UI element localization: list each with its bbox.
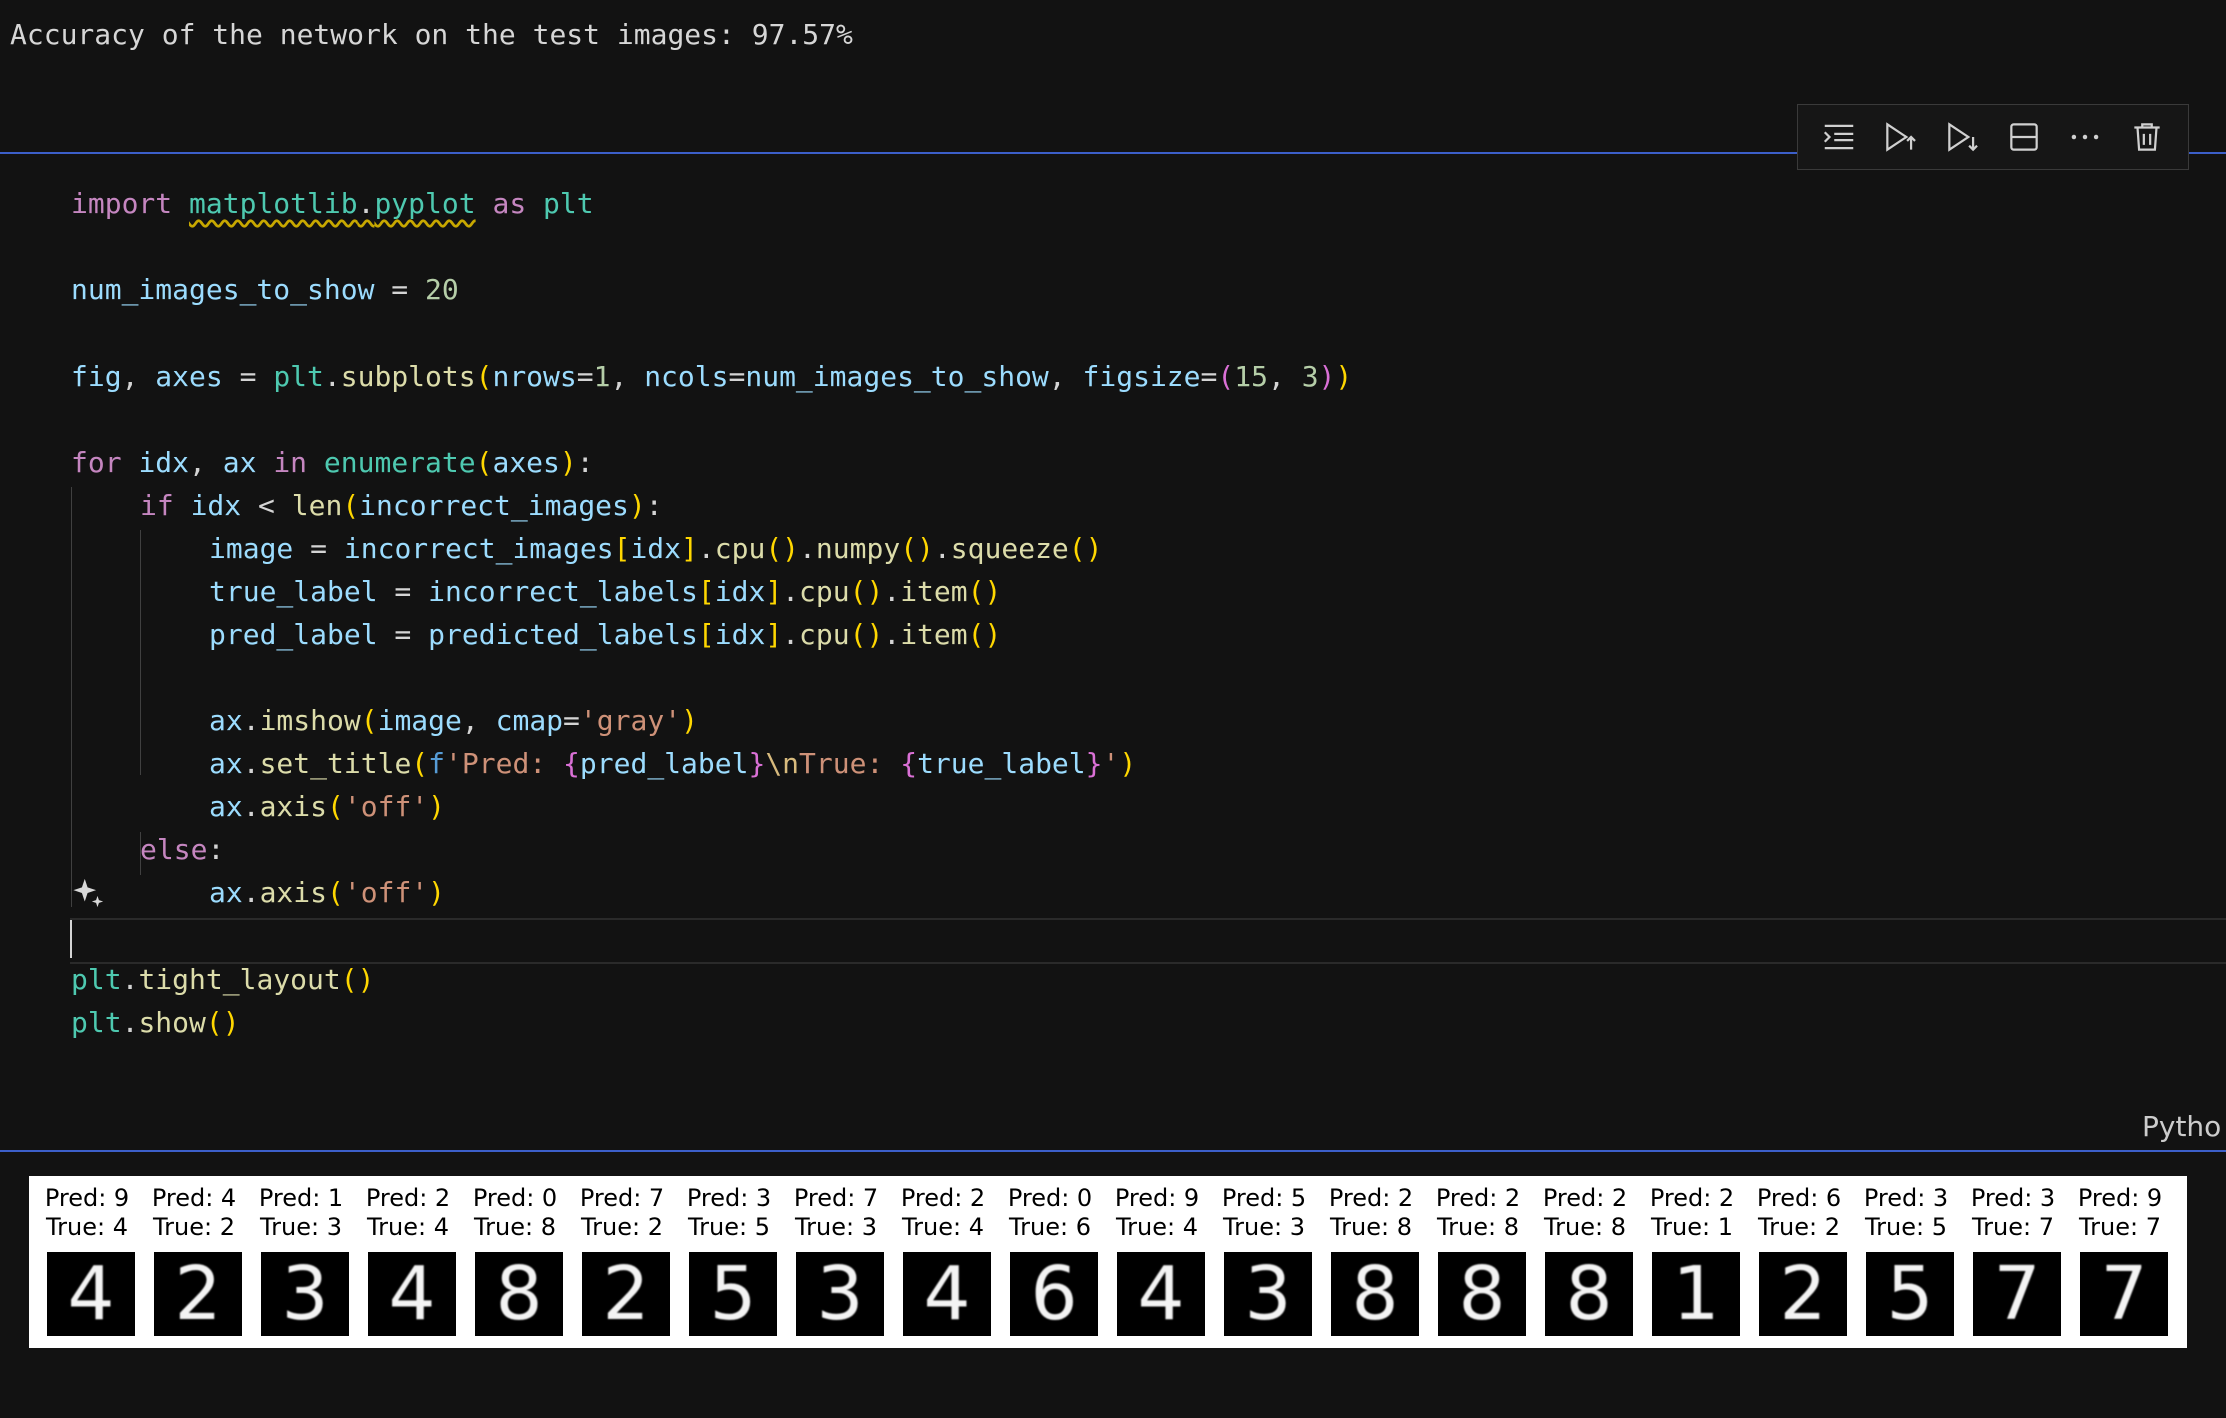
subplot-panel: Pred: 2 True: 8 8: [1318, 1176, 1424, 1348]
digit-image: 3: [796, 1252, 884, 1336]
delete-cell-button[interactable]: [2122, 112, 2172, 162]
digit-image: 7: [1973, 1252, 2061, 1336]
code-line-9: ax.imshow(image, cmap='gray'): [209, 704, 698, 737]
more-icon: [2072, 134, 2099, 140]
subplot-title: Pred: 3 True: 7: [1970, 1184, 2056, 1241]
digit-image: 4: [1117, 1252, 1205, 1336]
run-below-icon: [1948, 122, 1978, 152]
code-line-14: plt.tight_layout(): [71, 963, 375, 996]
digit-image: 5: [689, 1252, 777, 1336]
sparkle-icon[interactable]: [72, 876, 106, 910]
subplot-panel: Pred: 9 True: 4 4: [34, 1176, 140, 1348]
subplot-title: Pred: 2 True: 8: [1435, 1184, 1521, 1241]
indent-guide: [71, 487, 72, 907]
code-line-6: image = incorrect_images[idx].cpu().nump…: [209, 532, 1103, 565]
subplot-panel: Pred: 3 True: 7 7: [1960, 1176, 2066, 1348]
digit-image: 1: [1652, 1252, 1740, 1336]
digit-image: 5: [1866, 1252, 1954, 1336]
digit-image: 4: [368, 1252, 456, 1336]
subplot-panel: Pred: 2 True: 4 4: [355, 1176, 461, 1348]
code-line-1: import matplotlib.pyplot as plt: [71, 187, 594, 220]
trash-icon: [2134, 123, 2160, 151]
subplot-panel: Pred: 2 True: 1 1: [1639, 1176, 1745, 1348]
digit-image: 2: [1759, 1252, 1847, 1336]
code-line-5: if idx < len(incorrect_images):: [140, 489, 663, 522]
subplot-title: Pred: 9 True: 4: [44, 1184, 130, 1241]
code-line-13: ax.axis('off'): [209, 876, 446, 909]
digit-image: 7: [2080, 1252, 2168, 1336]
digit-image: 4: [903, 1252, 991, 1336]
subplot-title: Pred: 3 True: 5: [1863, 1184, 1949, 1241]
code-line-11: ax.axis('off'): [209, 790, 446, 823]
subplot-panel: Pred: 2 True: 8 8: [1425, 1176, 1531, 1348]
text-cursor: [70, 920, 72, 958]
subplot-title: Pred: 2 True: 4: [900, 1184, 986, 1241]
cell-language-label[interactable]: Pytho: [2142, 1110, 2221, 1143]
indent-guide: [140, 530, 141, 775]
code-line-4: for idx, ax in enumerate(axes):: [71, 446, 594, 479]
digit-image: 2: [154, 1252, 242, 1336]
run-above-icon: [1886, 122, 1917, 152]
digit-image: 6: [1010, 1252, 1098, 1336]
split-cell-icon: [2010, 123, 2038, 151]
subplot-panel: Pred: 3 True: 5 5: [676, 1176, 782, 1348]
digit-image: 3: [1224, 1252, 1312, 1336]
subplot-panel: Pred: 0 True: 6 6: [997, 1176, 1103, 1348]
subplot-title: Pred: 6 True: 2: [1756, 1184, 1842, 1241]
subplot-panel: Pred: 3 True: 5 5: [1853, 1176, 1959, 1348]
subplot-title: Pred: 2 True: 8: [1328, 1184, 1414, 1241]
execute-above-button[interactable]: [1814, 112, 1864, 162]
previous-cell-output: Accuracy of the network on the test imag…: [10, 18, 853, 51]
subplot-panel: Pred: 7 True: 2 2: [569, 1176, 675, 1348]
subplot-panel: Pred: 2 True: 4 4: [890, 1176, 996, 1348]
digit-image: 3: [261, 1252, 349, 1336]
code-line-10: ax.set_title(f'Pred: {pred_label}\nTrue:…: [209, 747, 1137, 780]
subplot-panel: Pred: 6 True: 2 2: [1746, 1176, 1852, 1348]
subplot-panel: Pred: 0 True: 8 8: [462, 1176, 568, 1348]
subplot-panel: Pred: 5 True: 3 3: [1211, 1176, 1317, 1348]
subplot-title: Pred: 7 True: 3: [793, 1184, 879, 1241]
subplot-title: Pred: 9 True: 7: [2077, 1184, 2163, 1241]
digit-image: 8: [1438, 1252, 1526, 1336]
subplot-title: Pred: 2 True: 8: [1542, 1184, 1628, 1241]
digit-image: 8: [1331, 1252, 1419, 1336]
digit-image: 8: [475, 1252, 563, 1336]
subplot-panel: Pred: 4 True: 2 2: [141, 1176, 247, 1348]
code-line-3: fig, axes = plt.subplots(nrows=1, ncols=…: [71, 360, 1353, 393]
subplot-title: Pred: 0 True: 8: [472, 1184, 558, 1241]
code-line-2: num_images_to_show = 20: [71, 273, 459, 306]
subplot-panel: Pred: 7 True: 3 3: [783, 1176, 889, 1348]
subplot-title: Pred: 2 True: 4: [365, 1184, 451, 1241]
subplot-title: Pred: 1 True: 3: [258, 1184, 344, 1241]
digit-image: 4: [47, 1252, 135, 1336]
subplot-title: Pred: 4 True: 2: [151, 1184, 237, 1241]
subplot-panel: Pred: 2 True: 8 8: [1532, 1176, 1638, 1348]
subplot-title: Pred: 3 True: 5: [686, 1184, 772, 1241]
run-above-button[interactable]: [1875, 112, 1925, 162]
subplot-title: Pred: 0 True: 6: [1007, 1184, 1093, 1241]
output-figure: Pred: 9 True: 4 4 Pred: 4 True: 2 2 Pred: …: [29, 1176, 2187, 1348]
subplot-title: Pred: 5 True: 3: [1221, 1184, 1307, 1241]
digit-image: 2: [582, 1252, 670, 1336]
code-line-8: pred_label = predicted_labels[idx].cpu()…: [209, 618, 1002, 651]
cell-focus-border-bottom: [0, 1150, 2226, 1152]
run-below-button[interactable]: [1937, 112, 1987, 162]
code-line-12: else:: [140, 833, 225, 866]
digit-image: 8: [1545, 1252, 1633, 1336]
subplot-title: Pred: 7 True: 2: [579, 1184, 665, 1241]
subplot-panel: Pred: 1 True: 3 3: [248, 1176, 354, 1348]
subplot-title: Pred: 2 True: 1: [1649, 1184, 1735, 1241]
current-line-highlight: [70, 918, 2226, 964]
subplot-title: Pred: 9 True: 4: [1114, 1184, 1200, 1241]
execute-above-icon: [1823, 124, 1854, 150]
subplot-panel: Pred: 9 True: 7 7: [2067, 1176, 2173, 1348]
split-cell-button[interactable]: [1999, 112, 2049, 162]
subplot-panel: Pred: 9 True: 4 4: [1104, 1176, 1210, 1348]
more-actions-button[interactable]: [2060, 112, 2110, 162]
code-line-15: plt.show(): [71, 1006, 240, 1039]
code-line-7: true_label = incorrect_labels[idx].cpu()…: [209, 575, 1002, 608]
